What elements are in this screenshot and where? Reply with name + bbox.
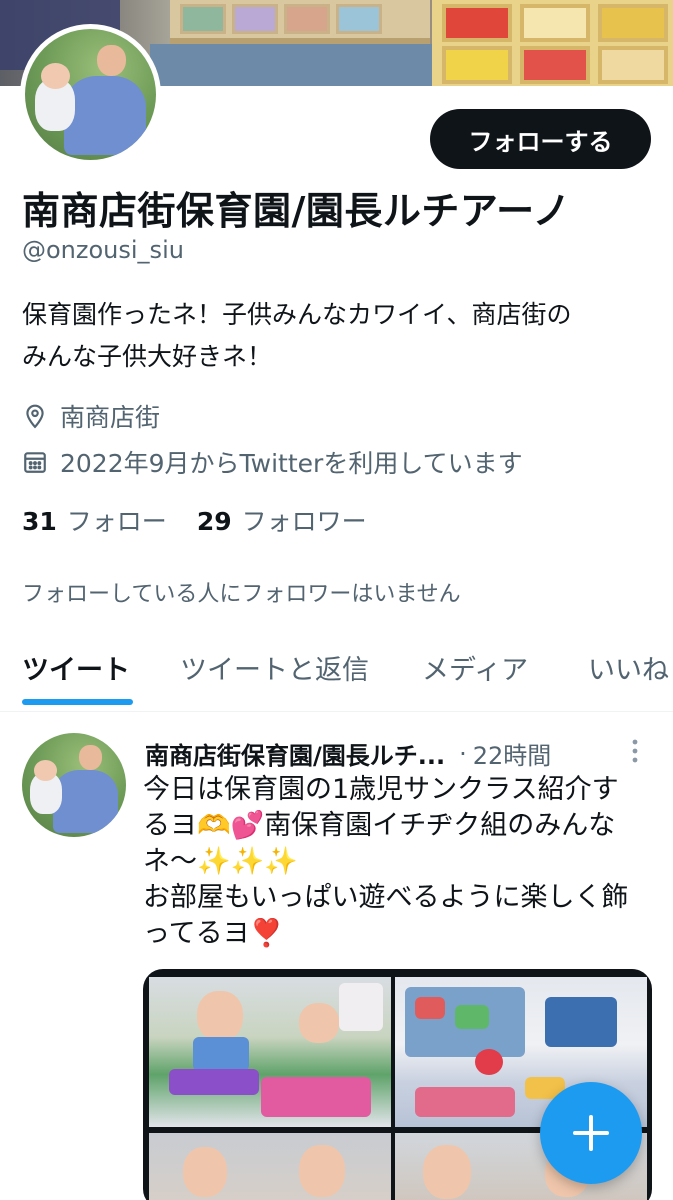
tweet-author-name[interactable]: 南商店街保育園/園長ルチ... — [145, 736, 445, 771]
no-mutual-followers-note: フォローしている人にフォロワーはいません — [22, 582, 461, 607]
tweet-text-line: ネ〜✨✨✨ — [143, 846, 298, 877]
bio-line: 保育園作ったネ！子供みんなカワイイ、商店街の — [22, 300, 572, 329]
tweet-separator: · — [459, 739, 467, 768]
location-pin-icon — [26, 404, 44, 429]
bio-line: みんな子供大好きネ！ — [22, 342, 273, 371]
tweet-header: 南商店街保育園/園長ルチ... · 22時間 — [145, 736, 655, 771]
plus-icon — [573, 1115, 609, 1151]
tweet-text-line: 今日は保育園の1歳児サンクラス紹介す — [143, 774, 619, 805]
location-text: 南商店街 — [60, 403, 161, 432]
tab-label: いいね — [588, 655, 669, 686]
tweet-photo[interactable] — [149, 1133, 391, 1200]
followers-count: 29 — [196, 507, 232, 536]
following-link[interactable]: 31 フォロー — [22, 502, 167, 538]
tweet-text-line: るヨ🫶💕南保育園イチヂク組のみんな — [143, 810, 616, 841]
tweet-timestamp[interactable]: 22時間 — [473, 736, 552, 771]
tab-label: ツイートと返信 — [180, 655, 369, 686]
tab-tweets[interactable]: ツイート — [22, 630, 133, 705]
followers-label: フォロワー — [241, 507, 367, 536]
profile-bio: 保育園作ったネ！子供みんなカワイイ、商店街の みんな子供大好きネ！ — [22, 294, 652, 378]
tab-tweets-and-replies[interactable]: ツイートと返信 — [180, 630, 369, 687]
banner-floor — [150, 44, 450, 86]
profile-avatar[interactable] — [20, 24, 161, 165]
tweet-text-line: ってるヨ❣️ — [143, 918, 284, 949]
follow-button[interactable]: フォローする — [430, 109, 651, 169]
tweet-photo[interactable] — [149, 977, 391, 1127]
profile-display-name: 南商店街保育園/園長ルチアーノ — [22, 189, 571, 233]
tab-label: メディア — [422, 655, 529, 686]
profile-tabs: ツイート ツイートと返信 メディア いいね — [0, 630, 673, 712]
followers-link[interactable]: 29 フォロワー — [197, 502, 367, 538]
avatar-photo — [22, 733, 126, 837]
following-label: フォロー — [66, 507, 167, 536]
compose-tweet-button[interactable] — [540, 1082, 642, 1184]
more-vertical-icon[interactable] — [628, 738, 642, 766]
tab-likes[interactable]: いいね — [588, 630, 669, 687]
tab-media[interactable]: メディア — [422, 630, 528, 687]
avatar-photo — [25, 29, 156, 160]
banner-shelf-colorful — [432, 0, 673, 86]
banner-shelf — [170, 0, 430, 44]
active-tab-indicator — [22, 699, 133, 705]
joined-text: 2022年9月からTwitterを利用しています — [60, 449, 523, 478]
follow-counts: 31 フォロー 29 フォロワー — [22, 502, 367, 538]
profile-handle: @onzousi_siu — [22, 236, 184, 264]
tweet-author-avatar[interactable] — [22, 733, 126, 837]
profile-joined-date: 2022年9月からTwitterを利用しています — [22, 444, 523, 480]
calendar-icon — [24, 452, 46, 473]
tab-label: ツイート — [22, 655, 130, 686]
tweet-body: 今日は保育園の1歳児サンクラス紹介す るヨ🫶💕南保育園イチヂク組のみんな ネ〜✨… — [143, 772, 653, 952]
following-count: 31 — [22, 507, 57, 536]
profile-location: 南商店街 — [22, 398, 160, 434]
tweet-text-line: お部屋もいっぱい遊べるように楽しく飾 — [143, 882, 629, 913]
